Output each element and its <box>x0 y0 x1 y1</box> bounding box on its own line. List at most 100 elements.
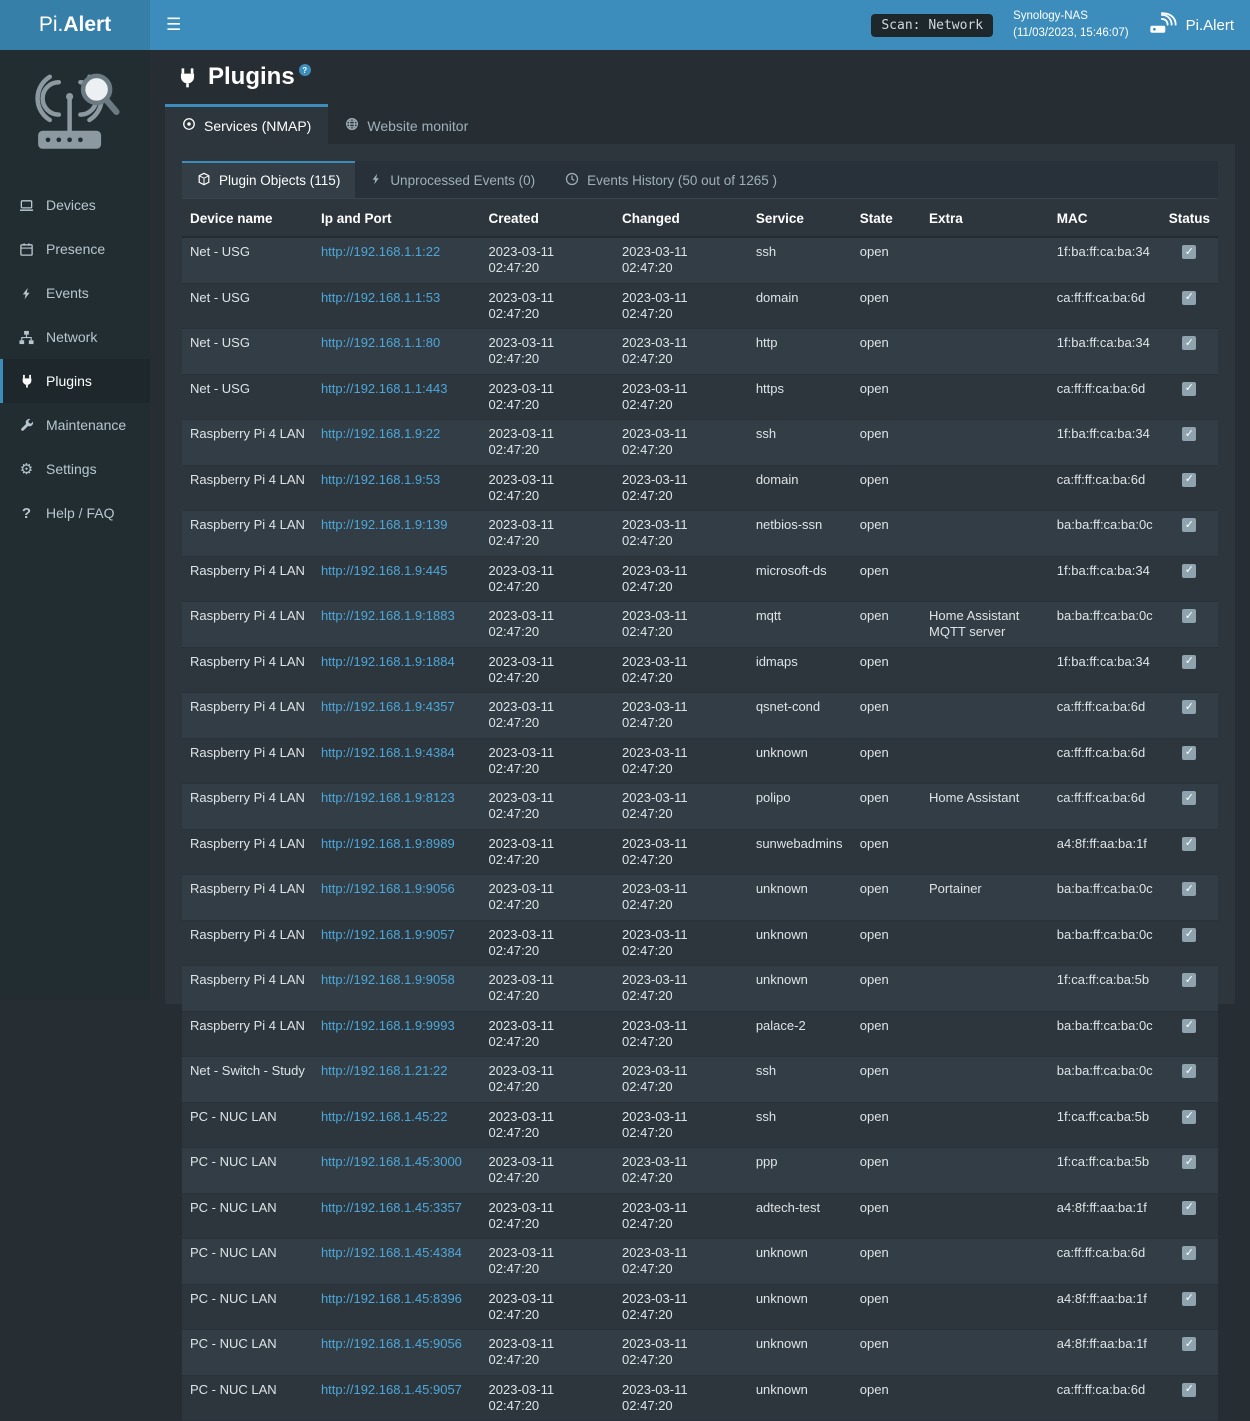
status-checkbox[interactable]: ✓ <box>1182 382 1196 396</box>
host-name: Synology-NAS <box>1013 8 1129 25</box>
check-icon: ✓ <box>1182 609 1196 623</box>
status-checkbox[interactable]: ✓ <box>1182 1201 1196 1215</box>
cube-icon <box>197 172 211 189</box>
status-checkbox[interactable]: ✓ <box>1182 746 1196 760</box>
status-checkbox[interactable]: ✓ <box>1182 1110 1196 1124</box>
sitemap-icon <box>17 330 36 345</box>
sidebar-item-help-faq[interactable]: ? Help / FAQ <box>0 491 150 535</box>
sidebar-item-settings[interactable]: ⚙ Settings <box>0 447 150 491</box>
status-checkbox[interactable]: ✓ <box>1182 1155 1196 1169</box>
status-checkbox[interactable]: ✓ <box>1182 655 1196 669</box>
ip-port-link[interactable]: http://192.168.1.1:80 <box>321 335 440 350</box>
ip-port-link[interactable]: http://192.168.1.9:9056 <box>321 881 455 896</box>
table-row: PC - NUC LAN http://192.168.1.45:4384 20… <box>182 1239 1218 1285</box>
ip-port-link[interactable]: http://192.168.1.45:3357 <box>321 1200 462 1215</box>
page-header: Plugins ? <box>150 50 1250 102</box>
sidebar-item-network[interactable]: Network <box>0 315 150 359</box>
cell-device-name: PC - NUC LAN <box>182 1239 313 1285</box>
tab-services-nmap[interactable]: Services (NMAP) <box>165 104 328 144</box>
ip-port-link[interactable]: http://192.168.1.9:22 <box>321 426 440 441</box>
cell-device-name: PC - NUC LAN <box>182 1330 313 1376</box>
sidebar-item-devices[interactable]: Devices <box>0 183 150 227</box>
status-checkbox[interactable]: ✓ <box>1182 518 1196 532</box>
ip-port-link[interactable]: http://192.168.1.9:8123 <box>321 790 455 805</box>
ip-port-link[interactable]: http://192.168.1.9:9057 <box>321 927 455 942</box>
ip-port-link[interactable]: http://192.168.1.9:139 <box>321 517 448 532</box>
status-checkbox[interactable]: ✓ <box>1182 1337 1196 1351</box>
sidebar-item-plugins[interactable]: Plugins <box>0 359 150 403</box>
ip-port-link[interactable]: http://192.168.1.9:445 <box>321 563 448 578</box>
column-header-mac[interactable]: MAC <box>1049 201 1161 237</box>
ip-port-link[interactable]: http://192.168.1.9:1884 <box>321 654 455 669</box>
status-checkbox[interactable]: ✓ <box>1182 928 1196 942</box>
status-checkbox[interactable]: ✓ <box>1182 837 1196 851</box>
ip-port-link[interactable]: http://192.168.1.45:9056 <box>321 1336 462 1351</box>
ip-port-link[interactable]: http://192.168.1.9:53 <box>321 472 440 487</box>
status-checkbox[interactable]: ✓ <box>1182 564 1196 578</box>
ip-port-link[interactable]: http://192.168.1.45:4384 <box>321 1245 462 1260</box>
cell-mac: ba:ba:ff:ca:ba:0c <box>1049 1057 1161 1103</box>
ip-port-link[interactable]: http://192.168.1.1:22 <box>321 244 440 259</box>
status-checkbox[interactable]: ✓ <box>1182 291 1196 305</box>
table-row: Raspberry Pi 4 LAN http://192.168.1.9:18… <box>182 647 1218 693</box>
column-header-created[interactable]: Created <box>481 201 615 237</box>
scan-status-badge: Scan: Network <box>871 14 993 37</box>
status-checkbox[interactable]: ✓ <box>1182 473 1196 487</box>
cell-device-name: Net - USG <box>182 374 313 420</box>
check-icon: ✓ <box>1182 791 1196 805</box>
ip-port-link[interactable]: http://192.168.1.45:22 <box>321 1109 448 1124</box>
column-header-extra[interactable]: Extra <box>921 201 1049 237</box>
status-checkbox[interactable]: ✓ <box>1182 1246 1196 1260</box>
status-checkbox[interactable]: ✓ <box>1182 973 1196 987</box>
status-checkbox[interactable]: ✓ <box>1182 427 1196 441</box>
cell-extra <box>921 1330 1049 1376</box>
table-row: Net - USG http://192.168.1.1:80 2023-03-… <box>182 329 1218 375</box>
cell-state: open <box>852 1330 921 1376</box>
sidebar-item-events[interactable]: Events <box>0 271 150 315</box>
tab-label: Website monitor <box>367 118 468 134</box>
ip-port-link[interactable]: http://192.168.1.9:1883 <box>321 608 455 623</box>
status-checkbox[interactable]: ✓ <box>1182 336 1196 350</box>
ip-port-link[interactable]: http://192.168.1.9:9058 <box>321 972 455 987</box>
cell-device-name: Raspberry Pi 4 LAN <box>182 966 313 1012</box>
cell-mac: 1f:ba:ff:ca:ba:34 <box>1049 556 1161 602</box>
ip-port-link[interactable]: http://192.168.1.9:8989 <box>321 836 455 851</box>
ip-port-link[interactable]: http://192.168.1.9:9993 <box>321 1018 455 1033</box>
cell-status: ✓ <box>1161 966 1218 1012</box>
ip-port-link[interactable]: http://192.168.1.1:443 <box>321 381 448 396</box>
status-checkbox[interactable]: ✓ <box>1182 245 1196 259</box>
column-header-ip-and-port[interactable]: Ip and Port <box>313 201 481 237</box>
status-checkbox[interactable]: ✓ <box>1182 1064 1196 1078</box>
ip-port-link[interactable]: http://192.168.1.1:53 <box>321 290 440 305</box>
status-checkbox[interactable]: ✓ <box>1182 1019 1196 1033</box>
column-header-changed[interactable]: Changed <box>614 201 748 237</box>
ip-port-link[interactable]: http://192.168.1.9:4357 <box>321 699 455 714</box>
status-checkbox[interactable]: ✓ <box>1182 700 1196 714</box>
tab-events-history[interactable]: Events History (50 out of 1265 ) <box>550 161 792 198</box>
ip-port-link[interactable]: http://192.168.1.45:8396 <box>321 1291 462 1306</box>
sidebar-item-presence[interactable]: Presence <box>0 227 150 271</box>
status-checkbox[interactable]: ✓ <box>1182 609 1196 623</box>
sidebar-item-maintenance[interactable]: Maintenance <box>0 403 150 447</box>
column-header-state[interactable]: State <box>852 201 921 237</box>
status-checkbox[interactable]: ✓ <box>1182 791 1196 805</box>
tab-plugin-objects[interactable]: Plugin Objects (115) <box>182 161 355 198</box>
title-help-badge[interactable]: ? <box>299 64 311 76</box>
status-checkbox[interactable]: ✓ <box>1182 1383 1196 1397</box>
cell-ip-port: http://192.168.1.1:443 <box>313 374 481 420</box>
navbar-brand[interactable]: Pi.Alert <box>1149 12 1234 39</box>
ip-port-link[interactable]: http://192.168.1.21:22 <box>321 1063 448 1078</box>
cell-state: open <box>852 738 921 784</box>
status-checkbox[interactable]: ✓ <box>1182 1292 1196 1306</box>
tab-website-monitor[interactable]: Website monitor <box>328 104 485 144</box>
column-header-service[interactable]: Service <box>748 201 852 237</box>
ip-port-link[interactable]: http://192.168.1.9:4384 <box>321 745 455 760</box>
ip-port-link[interactable]: http://192.168.1.45:9057 <box>321 1382 462 1397</box>
ip-port-link[interactable]: http://192.168.1.45:3000 <box>321 1154 462 1169</box>
column-header-status[interactable]: Status <box>1161 201 1218 237</box>
tab-unprocessed-events[interactable]: Unprocessed Events (0) <box>355 161 550 198</box>
column-header-device-name[interactable]: Device name <box>182 201 313 237</box>
app-logo[interactable]: Pi.Alert <box>0 0 150 50</box>
status-checkbox[interactable]: ✓ <box>1182 882 1196 896</box>
hamburger-menu-icon[interactable]: ☰ <box>150 0 197 50</box>
